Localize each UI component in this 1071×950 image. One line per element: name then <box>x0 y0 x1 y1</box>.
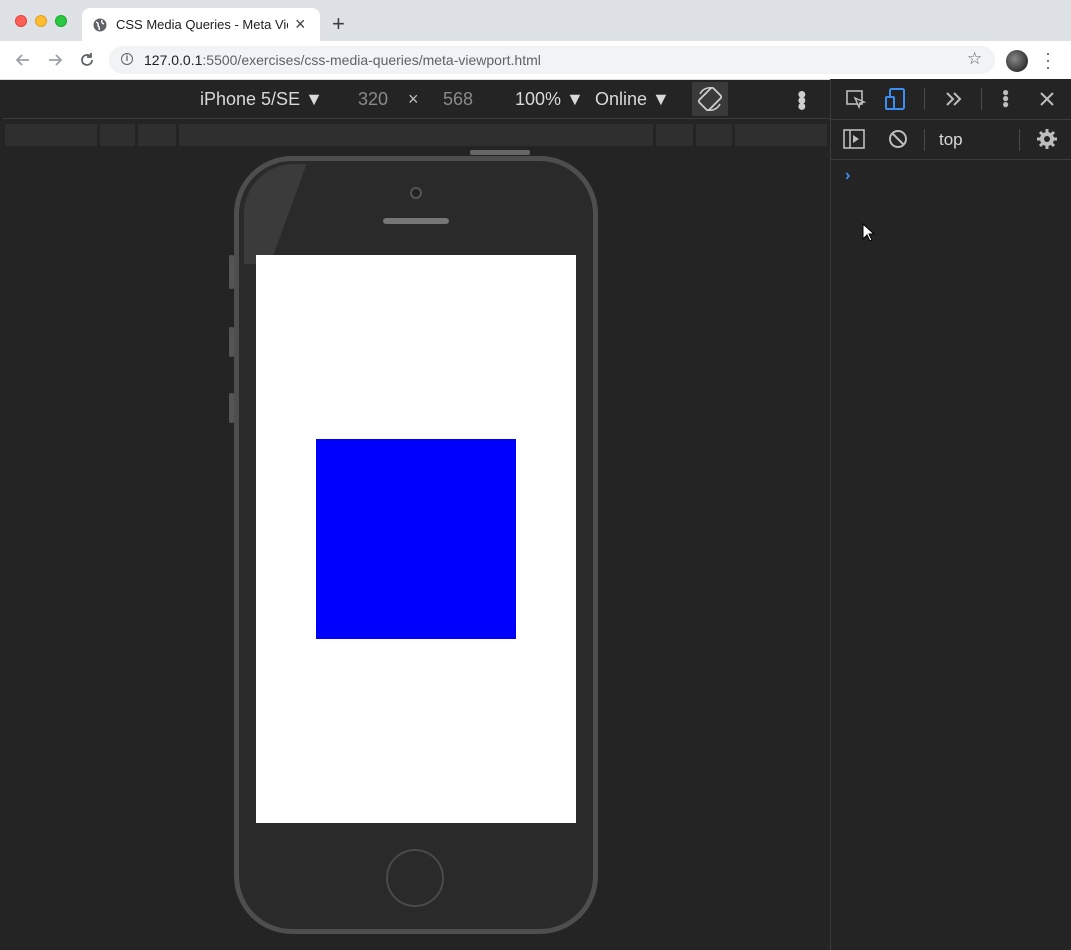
width-field[interactable]: 320 <box>358 89 388 110</box>
url-text[interactable]: 127.0.0.1:5500/exercises/css-media-queri… <box>144 52 541 68</box>
url-path: :5500/exercises/css-media-queries/meta-v… <box>202 52 541 68</box>
close-window-button[interactable] <box>15 15 27 27</box>
tab-title: CSS Media Queries - Meta Viev <box>116 17 288 32</box>
maximize-window-button[interactable] <box>55 15 67 27</box>
device-toggle-icon[interactable] <box>884 87 908 111</box>
media-query-segment[interactable] <box>5 124 97 146</box>
more-icon[interactable]: ● ● ● <box>1002 86 1009 110</box>
forward-icon[interactable] <box>47 52 63 68</box>
mouse-cursor-icon <box>862 223 876 242</box>
home-button <box>386 849 444 907</box>
back-icon[interactable] <box>15 52 31 68</box>
browser-menu-icon[interactable]: · · · <box>1044 44 1052 76</box>
media-query-segment[interactable] <box>100 124 135 146</box>
speaker-grille <box>383 218 449 224</box>
clear-icon[interactable] <box>888 129 908 149</box>
divider <box>924 129 925 151</box>
inspect-icon[interactable] <box>845 89 867 111</box>
rotate-icon <box>697 86 723 112</box>
media-query-segment[interactable] <box>656 124 693 146</box>
tab-close-icon[interactable]: × <box>295 15 306 33</box>
network-select[interactable]: Online ▼ <box>595 89 670 110</box>
context-select[interactable]: top <box>939 130 963 150</box>
blue-square <box>316 439 516 639</box>
media-query-segment[interactable] <box>179 124 653 146</box>
power-button <box>470 150 530 155</box>
browser-tab[interactable]: CSS Media Queries - Meta Viev × <box>82 8 320 41</box>
camera-icon <box>410 187 422 199</box>
divider <box>924 88 925 110</box>
divider <box>1019 129 1020 151</box>
height-field[interactable]: 568 <box>443 89 473 110</box>
star-icon[interactable]: ☆ <box>967 49 982 69</box>
device-viewport[interactable] <box>256 255 576 823</box>
url-host: 127.0.0.1 <box>144 52 203 68</box>
rotate-button[interactable] <box>692 82 728 116</box>
globe-icon <box>93 18 107 32</box>
dimension-separator: × <box>408 89 419 109</box>
media-query-segment[interactable] <box>735 124 827 146</box>
console-prompt[interactable]: › <box>845 167 850 185</box>
minimize-window-button[interactable] <box>35 15 47 27</box>
avatar[interactable] <box>1006 50 1028 72</box>
new-tab-button[interactable]: + <box>332 13 345 35</box>
gear-icon[interactable] <box>1036 128 1058 150</box>
reload-icon[interactable] <box>79 52 95 68</box>
devtools-panel: ● ● ● top › <box>830 79 1071 950</box>
address-bar[interactable]: i 127.0.0.1:5500/exercises/css-media-que… <box>109 46 995 74</box>
device-more-icon[interactable]: ● ● ● <box>797 87 807 115</box>
info-icon[interactable]: i <box>121 53 133 65</box>
media-query-bar <box>3 120 830 148</box>
devtools-toolbar: ● ● ● <box>831 79 1071 120</box>
device-gloss <box>244 164 364 264</box>
device-toolbar: iPhone 5/SE ▼ 320 × 568 100% ▼ Online ▼ … <box>3 80 830 119</box>
sidebar-icon[interactable] <box>843 129 865 149</box>
toolbar: i 127.0.0.1:5500/exercises/css-media-que… <box>0 41 1071 80</box>
chevrons-icon[interactable] <box>945 91 963 107</box>
divider <box>981 88 982 110</box>
media-query-segment[interactable] <box>696 124 732 146</box>
zoom-select[interactable]: 100% ▼ <box>515 89 584 110</box>
close-icon[interactable] <box>1039 91 1055 107</box>
console-toolbar: top <box>831 120 1071 160</box>
tab-strip: CSS Media Queries - Meta Viev × + <box>0 0 1071 41</box>
device-select[interactable]: iPhone 5/SE ▼ <box>200 89 323 110</box>
media-query-segment[interactable] <box>138 124 176 146</box>
